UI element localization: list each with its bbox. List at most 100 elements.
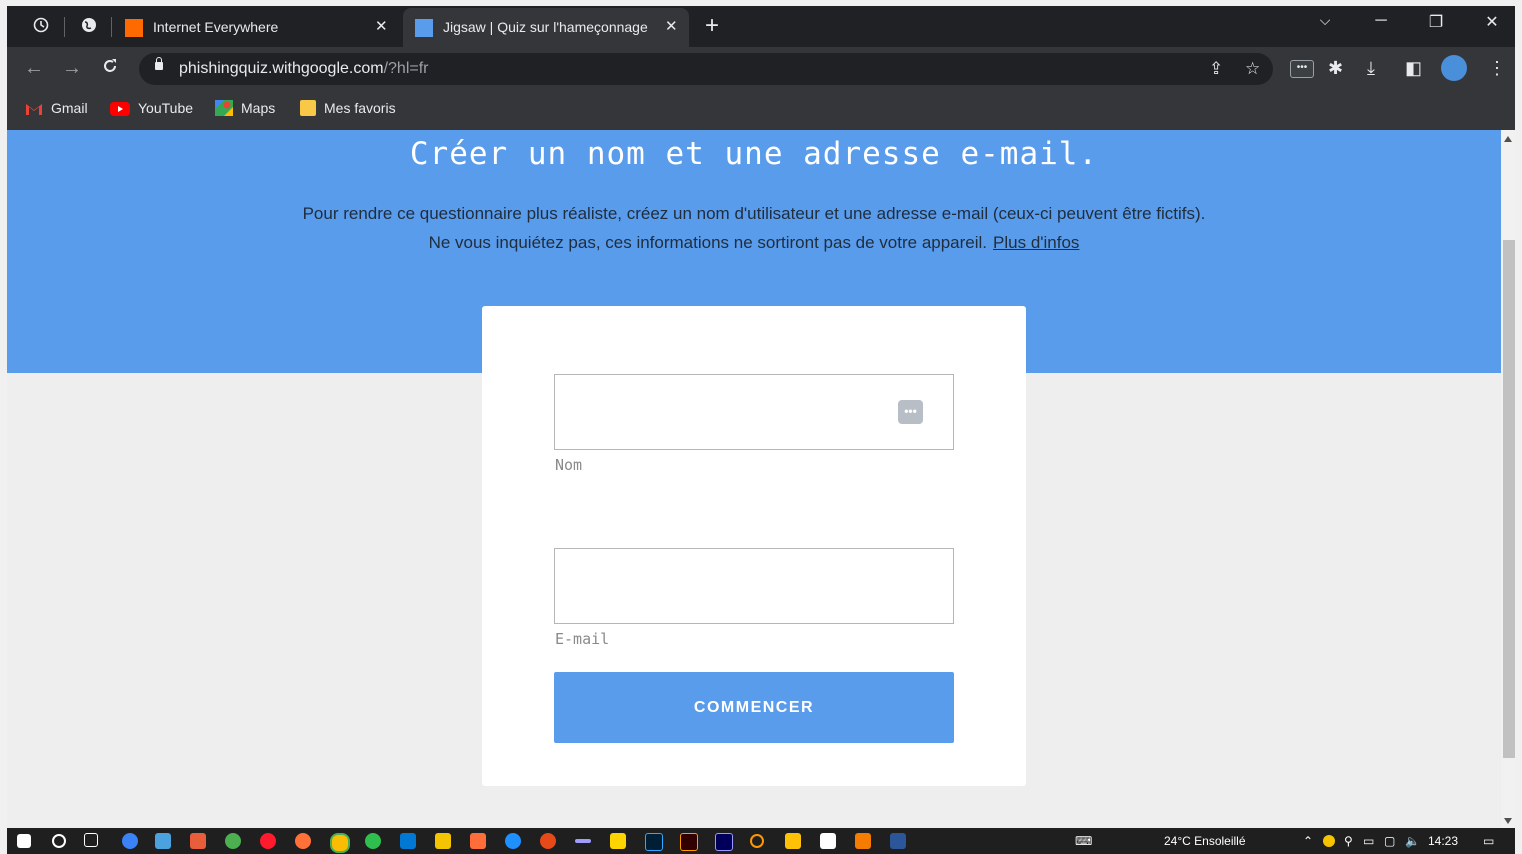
bookmark-label: YouTube	[138, 100, 194, 116]
app-icon-5[interactable]	[435, 833, 451, 849]
display-icon[interactable]: ▢	[1384, 834, 1395, 848]
gmail-icon	[25, 102, 43, 118]
app-icon-8[interactable]	[540, 833, 556, 849]
app-icon-1[interactable]	[155, 833, 171, 849]
new-tab-icon[interactable]: +	[705, 13, 719, 39]
page-title: Créer un nom et une adresse e-mail.	[409, 136, 1099, 172]
keyboard-icon[interactable]: ⌨	[1075, 834, 1092, 848]
url-path: /?hl=fr	[383, 60, 429, 77]
tab-separator	[111, 17, 112, 37]
vscode-icon[interactable]	[400, 833, 416, 849]
bookmark-gmail[interactable]: Gmail	[25, 100, 88, 118]
youtube-icon	[110, 102, 130, 116]
extensions-icon[interactable]: ✱	[1328, 58, 1343, 78]
tab-strip: Internet Everywhere ✕ Jigsaw | Quiz sur …	[7, 6, 1515, 47]
premiere-icon[interactable]	[715, 833, 733, 851]
tab-separator	[64, 17, 65, 37]
url-host: phishingquiz.withgoogle.com	[179, 60, 384, 77]
back-icon[interactable]: ←	[24, 57, 44, 79]
app-icon-9[interactable]	[575, 839, 591, 843]
network-icon[interactable]: ⚲	[1344, 834, 1353, 848]
tab-title: Jigsaw | Quiz sur l'hameçonnage	[443, 19, 648, 35]
side-panel-icon[interactable]: ◧	[1405, 58, 1422, 78]
email-label: E-mail	[555, 630, 610, 648]
globe-icon[interactable]	[78, 16, 100, 38]
page-viewport: Créer un nom et une adresse e-mail. Pour…	[7, 130, 1501, 828]
bookmark-maps[interactable]: Maps	[215, 100, 275, 116]
task-view-icon[interactable]	[84, 833, 98, 847]
app-icon-4[interactable]	[365, 833, 381, 849]
volume-icon[interactable]: 🔈	[1405, 834, 1420, 848]
cortana-icon[interactable]	[122, 833, 138, 849]
app-icon-10[interactable]	[610, 833, 626, 849]
tab-internet-everywhere[interactable]: Internet Everywhere ✕	[113, 8, 401, 47]
app-icon-11[interactable]	[855, 833, 871, 849]
screen: Internet Everywhere ✕ Jigsaw | Quiz sur …	[0, 0, 1522, 854]
battery-icon[interactable]: ▭	[1363, 834, 1374, 848]
email-input[interactable]	[554, 548, 954, 624]
word-icon[interactable]	[890, 833, 906, 849]
url-text: phishingquiz.withgoogle.com/?hl=fr	[179, 60, 429, 78]
start-button[interactable]: COMMENCER	[554, 672, 954, 743]
restore-icon[interactable]: ❐	[1421, 12, 1451, 32]
bookmark-youtube[interactable]: YouTube	[110, 100, 193, 116]
chrome-icon[interactable]	[330, 833, 350, 853]
close-window-icon[interactable]: ✕	[1477, 12, 1507, 32]
share-icon[interactable]: ⇪	[1209, 59, 1223, 79]
illustrator-icon[interactable]	[680, 833, 698, 851]
file-explorer-icon[interactable]	[785, 833, 801, 849]
password-manager-icon[interactable]: •••	[1290, 60, 1314, 78]
app-icon-7[interactable]	[505, 833, 521, 849]
weather-text: 24°C Ensoleillé	[1164, 834, 1246, 848]
browser-window: Internet Everywhere ✕ Jigsaw | Quiz sur …	[7, 6, 1515, 828]
maps-icon	[215, 100, 233, 116]
windows-taskbar: ⌨ 24°C Ensoleillé ⌃ ⚲ ▭ ▢ 🔈 14:23 ▭	[7, 828, 1515, 854]
bookmark-star-icon[interactable]: ☆	[1245, 59, 1260, 79]
history-icon[interactable]	[30, 16, 52, 38]
vertical-scrollbar[interactable]	[1501, 130, 1515, 828]
bookmark-folder-mes-favoris[interactable]: Mes favoris	[300, 100, 396, 116]
name-input[interactable]: •••	[554, 374, 954, 450]
scroll-down-arrow-icon[interactable]	[1504, 818, 1512, 824]
close-tab-icon[interactable]: ✕	[375, 17, 388, 35]
weather-widget[interactable]: 24°C Ensoleillé	[1164, 834, 1246, 848]
description-line-2: Ne vous inquiétez pas, ces informations …	[7, 228, 1501, 257]
scroll-up-arrow-icon[interactable]	[1504, 136, 1512, 142]
jigsaw-favicon-icon	[415, 19, 433, 37]
download-icon[interactable]: ⤓	[1367, 58, 1375, 78]
folder-icon	[300, 100, 316, 116]
close-tab-icon[interactable]: ✕	[665, 17, 678, 35]
bookmark-label: Gmail	[51, 100, 88, 116]
minimize-icon[interactable]: ─	[1366, 12, 1396, 30]
name-label: Nom	[555, 456, 583, 474]
address-bar[interactable]: phishingquiz.withgoogle.com/?hl=fr ⇪ ☆	[139, 53, 1273, 85]
description-line-1: Pour rendre ce questionnaire plus réalis…	[302, 204, 1206, 223]
signup-card: ••• Nom E-mail COMMENCER	[482, 306, 1026, 786]
autofill-key-icon[interactable]: •••	[898, 400, 923, 424]
scrollbar-thumb[interactable]	[1503, 240, 1515, 758]
lock-icon	[155, 57, 163, 70]
photoshop-icon[interactable]	[645, 833, 663, 851]
app-icon-3[interactable]	[225, 833, 241, 849]
tray-app-icon[interactable]	[1323, 835, 1335, 847]
search-app-icon[interactable]	[750, 834, 764, 848]
profile-avatar[interactable]	[1441, 55, 1467, 81]
tray-chevron-icon[interactable]: ⌃	[1303, 834, 1313, 848]
photos-icon[interactable]	[820, 833, 836, 849]
description-line-2-text: Ne vous inquiétez pas, ces informations …	[428, 233, 988, 252]
opera-icon[interactable]	[260, 833, 276, 849]
firefox-icon[interactable]	[295, 833, 311, 849]
search-icon[interactable]	[52, 834, 66, 848]
windows-start-icon[interactable]	[17, 834, 31, 848]
forward-icon[interactable]: →	[62, 57, 82, 79]
more-info-link[interactable]: Plus d'infos	[993, 233, 1079, 252]
menu-kebab-icon[interactable]: ⋮	[1488, 58, 1506, 78]
app-icon-6[interactable]	[470, 833, 486, 849]
notifications-icon[interactable]: ▭	[1483, 834, 1494, 848]
app-icon-2[interactable]	[190, 833, 206, 849]
reload-icon[interactable]	[101, 57, 119, 80]
clock[interactable]: 14:23	[1428, 834, 1458, 848]
tab-search-chevron-icon[interactable]: ⌵	[1310, 12, 1340, 29]
tab-jigsaw-quiz[interactable]: Jigsaw | Quiz sur l'hameçonnage ✕	[403, 8, 689, 47]
bookmarks-bar: Gmail YouTube Maps Mes favoris	[7, 90, 1515, 130]
